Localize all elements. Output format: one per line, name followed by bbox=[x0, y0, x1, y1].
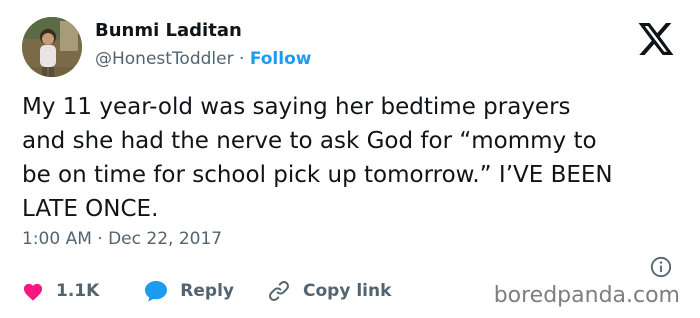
reply-bubble-icon bbox=[145, 281, 168, 302]
link-icon bbox=[269, 281, 289, 301]
action-bar: 1.1K Reply Copy link bbox=[22, 279, 391, 303]
like-button[interactable]: 1.1K bbox=[22, 281, 144, 301]
profile-photo-icon bbox=[22, 17, 82, 77]
copy-link-button[interactable]: Copy link bbox=[267, 279, 391, 303]
author-handle-row: @HonestToddler · Follow bbox=[95, 49, 311, 69]
x-logo-icon[interactable] bbox=[638, 23, 674, 55]
reply-label: Reply bbox=[180, 281, 234, 301]
separator-dot: · bbox=[239, 49, 245, 69]
tweet-card: Bunmi Laditan @HonestToddler · Follow My… bbox=[0, 0, 700, 318]
tweet-timestamp[interactable]: 1:00 AM · Dec 22, 2017 bbox=[22, 229, 222, 249]
author-handle[interactable]: @HonestToddler bbox=[95, 49, 234, 69]
heart-icon bbox=[23, 283, 43, 301]
tweet-text: My 11 year-old was saying her bedtime pr… bbox=[22, 90, 692, 226]
info-icon[interactable] bbox=[650, 256, 672, 278]
tweet-text-line: be on time for school pick up tomorrow.”… bbox=[22, 162, 613, 188]
author-name[interactable]: Bunmi Laditan bbox=[95, 20, 242, 41]
tweet-text-line: My 11 year-old was saying her bedtime pr… bbox=[22, 94, 571, 120]
like-count: 1.1K bbox=[56, 281, 100, 301]
tweet-text-line: and she had the nerve to ask God for “mo… bbox=[22, 128, 597, 154]
tweet-text-line: LATE ONCE. bbox=[22, 196, 159, 222]
watermark: boredpanda.com bbox=[493, 283, 680, 308]
avatar[interactable] bbox=[22, 17, 82, 77]
follow-button[interactable]: Follow bbox=[250, 49, 312, 69]
copy-link-label: Copy link bbox=[303, 281, 392, 301]
reply-button[interactable]: Reply bbox=[144, 280, 234, 302]
